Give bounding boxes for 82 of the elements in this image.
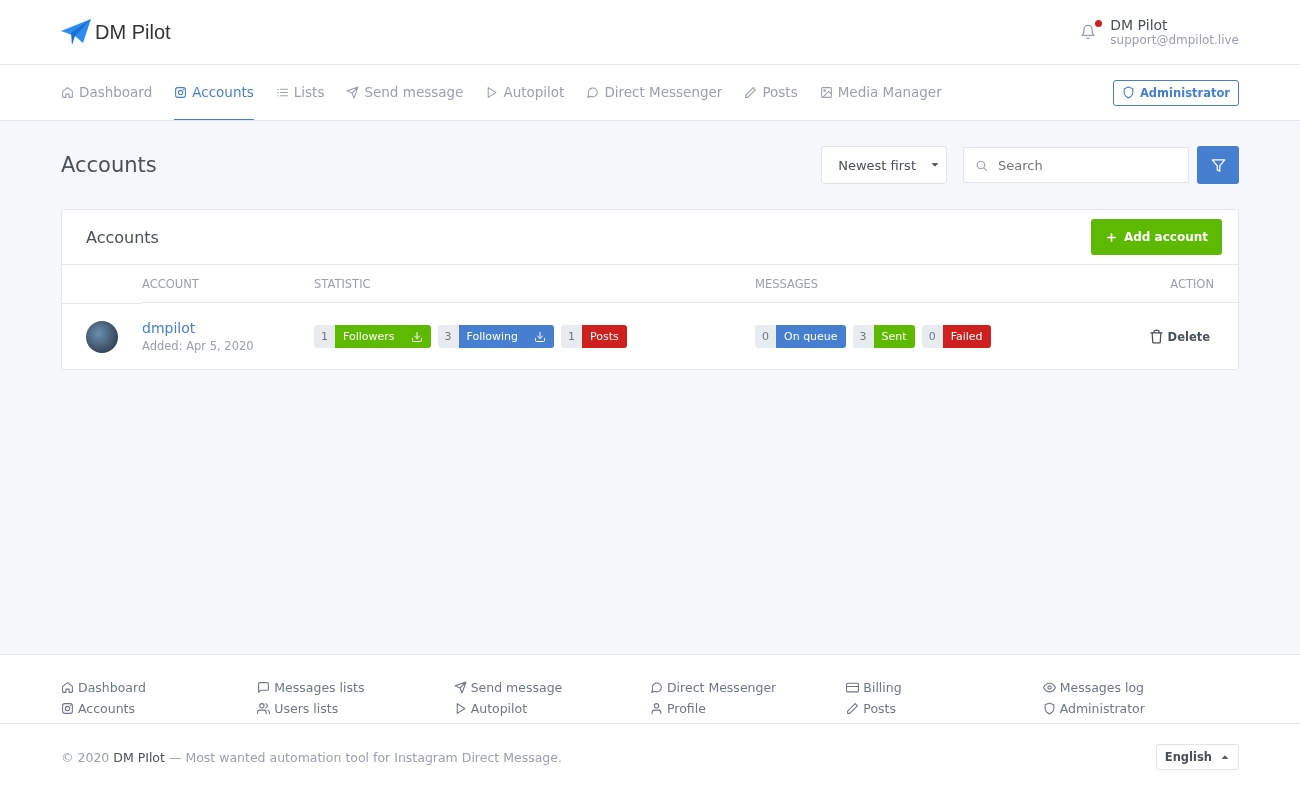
camera-icon	[174, 85, 188, 99]
footer-link[interactable]: Autopilot	[453, 698, 650, 719]
sort-dropdown[interactable]: Newest first	[821, 146, 947, 184]
count: 1	[314, 325, 335, 348]
column-header: ACCOUNT	[142, 266, 314, 303]
count: 3	[437, 325, 459, 348]
statistic-label[interactable]: Following	[458, 325, 555, 348]
search-icon	[975, 159, 988, 172]
user-email: support@dmpilot.live	[1110, 33, 1239, 47]
delete-button[interactable]: Delete	[1142, 328, 1216, 345]
eye-icon	[1042, 681, 1056, 694]
footer-link[interactable]: Messages lists	[257, 677, 454, 698]
shield-icon	[1042, 702, 1056, 715]
administrator-button[interactable]: Administrator	[1112, 79, 1239, 106]
trash-icon	[1148, 329, 1164, 344]
count: 1	[561, 325, 583, 348]
footer-link[interactable]: Users lists	[257, 698, 454, 719]
footer-link[interactable]: Profile	[650, 698, 847, 719]
added-date: Added: Apr 5, 2020	[142, 339, 255, 353]
filter-button[interactable]	[1197, 146, 1239, 184]
paper-plane-logo	[61, 19, 91, 45]
play-icon	[485, 85, 499, 99]
footer-link[interactable]: Dashboard	[61, 677, 258, 698]
bell-icon	[1080, 24, 1097, 40]
filter-icon	[1210, 157, 1226, 173]
nav-tab[interactable]: Lists	[275, 65, 325, 120]
account-username[interactable]: dmpilot	[142, 320, 314, 336]
footer-link[interactable]: Administrator	[1042, 698, 1239, 719]
nav-tab[interactable]: Dashboard	[61, 65, 153, 120]
footer-link[interactable]: Posts	[846, 698, 1043, 719]
user-name: DM Pilot	[1110, 17, 1169, 33]
caretdown-icon	[930, 160, 940, 170]
footer-link[interactable]: Direct Messenger	[650, 677, 847, 698]
brand-link[interactable]: DM PIlot	[113, 749, 165, 765]
home-icon	[61, 681, 74, 694]
nav-tab[interactable]: Send message	[346, 65, 464, 120]
message-label: Sent	[873, 325, 915, 348]
avatar-photo	[86, 320, 118, 353]
caretup-icon	[1220, 752, 1230, 762]
brand-name: DM Pilot	[95, 20, 171, 44]
pencil-icon	[744, 85, 758, 99]
count: 0	[921, 325, 943, 348]
download-icon	[534, 330, 547, 343]
count: 0	[755, 325, 776, 348]
nav-tab[interactable]: Media Manager	[819, 65, 942, 120]
plus-icon	[1104, 230, 1118, 244]
footer-link[interactable]: Accounts	[61, 698, 258, 719]
count: 3	[852, 325, 874, 348]
users-icon	[257, 702, 271, 715]
home-icon	[61, 85, 74, 99]
column-header: STATISTIC	[314, 266, 755, 303]
footer-link[interactable]: Messages log	[1042, 677, 1239, 698]
message-label: On queue	[776, 325, 846, 348]
nav-tab[interactable]: Autopilot	[485, 65, 565, 120]
card-icon	[846, 681, 860, 694]
add-account-button[interactable]: Add account	[1090, 219, 1222, 255]
download-icon	[410, 330, 423, 343]
card-title: Accounts	[86, 227, 159, 247]
send-icon	[453, 681, 467, 694]
column-header: ACTION	[1128, 266, 1238, 303]
camera-icon	[61, 702, 74, 715]
send-icon	[346, 85, 360, 99]
shield-icon	[1121, 86, 1135, 99]
page-title: Accounts	[61, 153, 158, 177]
nav-tab[interactable]: Posts	[744, 65, 798, 120]
message-label: Failed	[942, 325, 991, 348]
pencil-icon	[846, 702, 860, 715]
statistic-label[interactable]: Followers	[335, 325, 431, 348]
language-dropdown[interactable]: English	[1155, 744, 1239, 770]
message-icon	[257, 681, 271, 694]
image-icon	[819, 85, 833, 99]
nav-tab[interactable]: Accounts	[174, 65, 254, 120]
statistic-label[interactable]: Posts	[582, 325, 627, 348]
chat-icon	[586, 85, 600, 99]
nav-tab[interactable]: Direct Messenger	[586, 65, 723, 120]
user-icon	[650, 702, 663, 715]
search-field[interactable]: Search	[963, 147, 1189, 183]
footer-link[interactable]: Billing	[846, 677, 1043, 698]
column-header: MESSAGES	[755, 266, 1128, 303]
copyright-text: © 2020 DM PIlot — Most wanted automation tool for Instagram Direct Message.	[61, 749, 562, 765]
footer-link[interactable]: Send message	[453, 677, 650, 698]
chat-icon	[650, 681, 663, 694]
